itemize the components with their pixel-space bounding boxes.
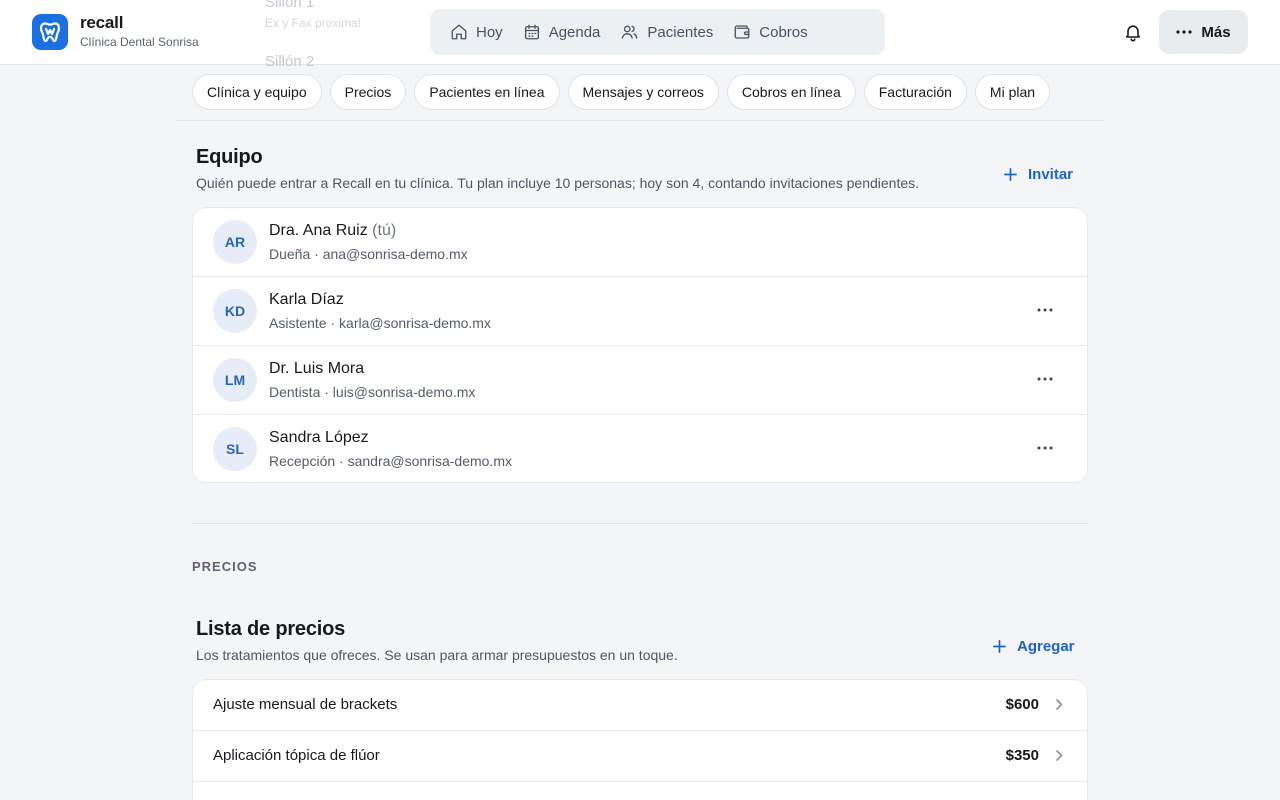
price-list-description: Los tratamientos que ofreces. Se usan pa…: [196, 647, 678, 663]
member-role-email: Recepción · sandra@sonrisa-demo.mx: [269, 453, 512, 469]
nav-item-pacientes[interactable]: Pacientes: [610, 15, 723, 49]
team-section-header: Equipo Quién puede entrar a Recall en tu…: [196, 146, 1088, 191]
tooth-logo-icon: [32, 14, 68, 50]
member-name: Sandra López: [269, 429, 369, 446]
background-row-subtitle: Ex y Fax proximal: [265, 16, 361, 30]
more-dots-icon: [1037, 446, 1053, 450]
avatar: AR: [213, 220, 257, 264]
team-members-card: AR Dra. Ana Ruiz (tú) Dueña · ana@sonris…: [192, 207, 1088, 483]
notifications-button[interactable]: [1121, 20, 1145, 44]
settings-tabs: Clínica y equipo Precios Pacientes en lí…: [192, 74, 1058, 110]
price-list-header: Lista de precios Los tratamientos que of…: [196, 618, 1088, 663]
member-you-tag: (tú): [372, 222, 397, 239]
more-dots-icon: [1176, 30, 1193, 34]
more-button-label: Más: [1201, 23, 1231, 41]
tab-mensajes-correos[interactable]: Mensajes y correos: [567, 74, 719, 110]
member-name: Dra. Ana Ruiz: [269, 222, 368, 239]
treatment-name: Aplicación tópica de flúor: [213, 747, 380, 764]
chevron-right-icon: [1056, 750, 1063, 761]
member-options-button[interactable]: [1035, 369, 1055, 389]
tab-precios[interactable]: Precios: [329, 74, 407, 110]
avatar: KD: [213, 289, 257, 333]
chevron-right-icon: [1056, 699, 1063, 710]
more-dots-icon: [1037, 377, 1053, 381]
nav-item-cobros[interactable]: Cobros: [723, 15, 817, 49]
bell-icon: [1125, 25, 1141, 42]
plus-icon: [993, 640, 1006, 653]
nav-item-hoy[interactable]: Hoy: [440, 15, 513, 49]
nav-item-label: Agenda: [548, 23, 601, 41]
tab-pacientes-en-linea[interactable]: Pacientes en línea: [414, 74, 560, 110]
member-role-email: Dueña · ana@sonrisa-demo.mx: [269, 246, 468, 262]
clinic-name: Clínica Dental Sonrisa: [80, 35, 199, 49]
brand-name: recall: [80, 13, 124, 32]
treatment-price: $350: [1005, 747, 1039, 764]
avatar: LM: [213, 358, 257, 402]
member-options-button[interactable]: [1035, 438, 1055, 458]
team-member-row[interactable]: SL Sandra López Recepción · sandra@sonri…: [193, 415, 1087, 482]
home-icon: [451, 24, 467, 40]
member-role-email: Asistente · karla@sonrisa-demo.mx: [269, 315, 491, 331]
prices-group-label: PRECIOS: [192, 559, 258, 574]
team-member-row[interactable]: AR Dra. Ana Ruiz (tú) Dueña · ana@sonris…: [193, 208, 1087, 277]
more-dots-icon: [1037, 308, 1053, 312]
team-description: Quién puede entrar a Recall en tu clínic…: [196, 175, 920, 191]
member-role-email: Dentista · luis@sonrisa-demo.mx: [269, 384, 476, 400]
price-list-title: Lista de precios: [196, 618, 346, 640]
avatar: SL: [213, 427, 257, 471]
team-member-row[interactable]: KD Karla Díaz Asistente · karla@sonrisa-…: [193, 277, 1087, 346]
wallet-icon: [734, 25, 750, 39]
calendar-icon: [524, 24, 539, 40]
price-item-row[interactable]: Aplicación tópica de flúor $350: [193, 731, 1087, 782]
add-price-button[interactable]: Agregar: [992, 638, 1075, 655]
member-options-button[interactable]: [1035, 300, 1055, 320]
nav-item-label: Cobros: [759, 23, 808, 41]
tab-mi-plan[interactable]: Mi plan: [974, 74, 1051, 110]
brand[interactable]: recall Clínica Dental Sonrisa: [32, 14, 199, 50]
treatment-price: $600: [1005, 696, 1039, 713]
background-row-title: Sillón 2: [265, 53, 315, 70]
top-header: recall Clínica Dental Sonrisa Sillón 1 E…: [0, 0, 1280, 65]
tab-cobros-en-linea[interactable]: Cobros en línea: [726, 74, 856, 110]
invite-label: Invitar: [1028, 166, 1074, 183]
main-nav: Hoy Agenda Pacientes Cobros: [430, 9, 885, 55]
tab-facturacion[interactable]: Facturación: [863, 74, 967, 110]
more-button[interactable]: Más: [1159, 10, 1248, 54]
nav-item-agenda[interactable]: Agenda: [513, 15, 611, 49]
member-name: Dr. Luis Mora: [269, 360, 365, 377]
add-price-label: Agregar: [1017, 638, 1075, 655]
section-divider: [192, 523, 1088, 524]
team-title: Equipo: [196, 146, 263, 168]
settings-tabs-bar: Clínica y equipo Precios Pacientes en lí…: [176, 65, 1104, 121]
member-name: Karla Díaz: [269, 291, 344, 308]
treatment-name: Ajuste mensual de brackets: [213, 696, 398, 713]
background-row-title: Sillón 1: [265, 0, 315, 11]
plus-icon: [1004, 168, 1017, 181]
nav-item-label: Pacientes: [647, 23, 714, 41]
team-member-row[interactable]: LM Dr. Luis Mora Dentista · luis@sonrisa…: [193, 346, 1087, 415]
users-icon: [622, 25, 638, 39]
price-item-row[interactable]: [193, 782, 1087, 800]
price-list-card: Ajuste mensual de brackets $600 Aplicaci…: [192, 679, 1088, 800]
nav-item-label: Hoy: [476, 23, 503, 41]
invite-button[interactable]: Invitar: [1003, 166, 1073, 183]
price-item-row[interactable]: Ajuste mensual de brackets $600: [193, 680, 1087, 731]
tab-clinica-equipo[interactable]: Clínica y equipo: [192, 74, 322, 110]
